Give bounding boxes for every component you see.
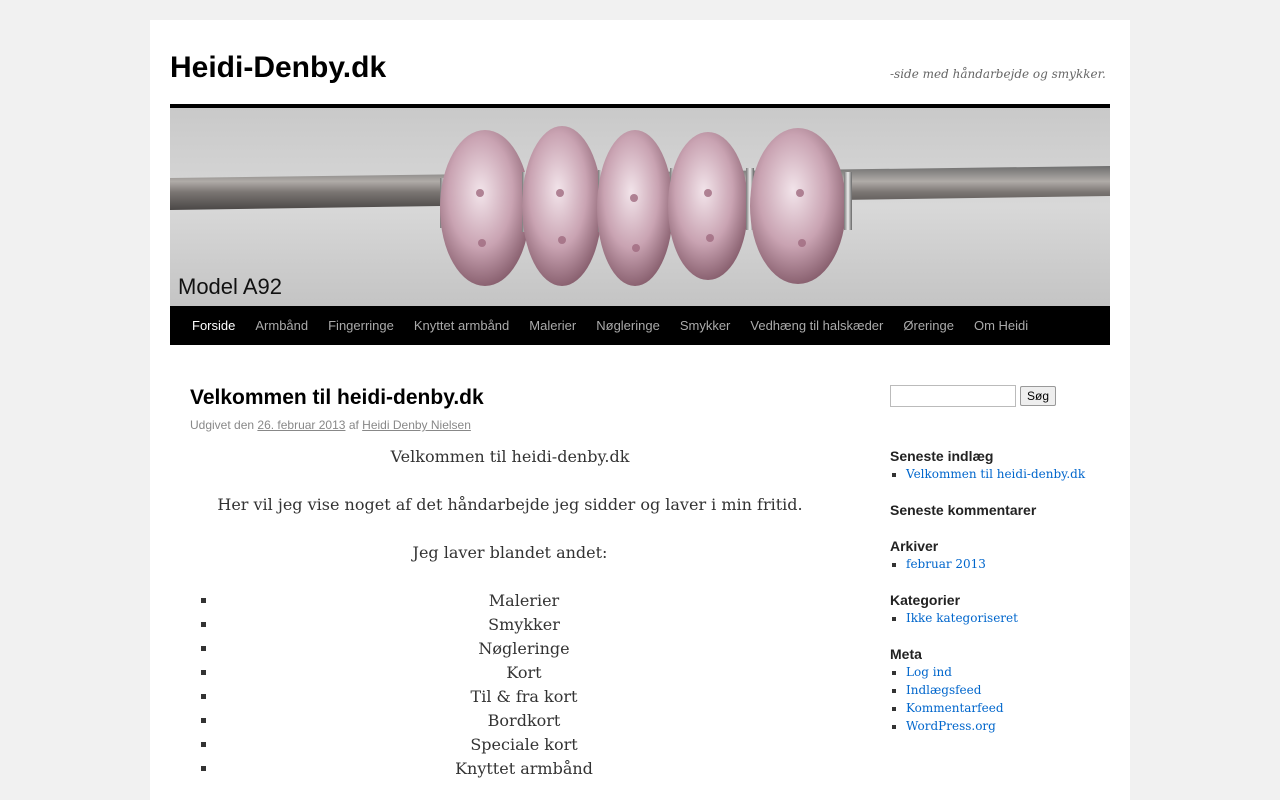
list-item: Malerier [218,589,830,613]
list-item: Bordkort [218,709,830,733]
nav-link-armbaand[interactable]: Armbånd [245,306,318,345]
widget-archives: Arkiver februar 2013 [890,537,986,573]
sidebar: Søg Seneste indlæg Velkommen til heidi-d… [890,385,1110,733]
list-item: Velkommen til heidi-denby.dk [906,465,1085,483]
list-item: Kort [218,661,830,685]
list-item: februar 2013 [906,555,986,573]
nav-item-forside: Forside [182,306,245,345]
post-content-area: Velkommen til heidi-denby.dk Udgivet den… [190,385,830,781]
nav-item-fingerringe: Fingerringe [318,306,404,345]
post-date-link[interactable]: 26. februar 2013 [257,418,345,432]
widget-title-categories: Kategorier [890,592,961,608]
widget-title-archives: Arkiver [890,538,939,554]
nav-link-oereringe[interactable]: Øreringe [893,306,964,345]
nav-link-malerier[interactable]: Malerier [519,306,586,345]
nav-link-om-heidi[interactable]: Om Heidi [964,306,1038,345]
search-button[interactable]: Søg [1020,386,1057,406]
list-item: Ikke kategoriseret [906,609,1018,627]
nav-item-armbaand: Armbånd [245,306,318,345]
widget-title-recent-comments: Seneste kommentarer [890,502,1037,518]
widget-title-recent-posts: Seneste indlæg [890,448,994,464]
category-link[interactable]: Ikke kategoriseret [906,611,1018,625]
list-item: Indlægsfeed [906,681,1004,699]
list-item: Nøgleringe [218,637,830,661]
meta-link-comments-feed[interactable]: Kommentarfeed [906,701,1004,715]
nav-link-fingerringe[interactable]: Fingerringe [318,306,404,345]
nav-link-noegleringe[interactable]: Nøgleringe [586,306,670,345]
nav-link-forside[interactable]: Forside [182,306,245,345]
list-item: Speciale kort [218,733,830,757]
main-navigation: Forside Armbånd Fingerringe Knyttet armb… [170,306,1110,345]
nav-item-vedhaeng: Vedhæng til halskæder [740,306,893,345]
widget-recent-posts: Seneste indlæg Velkommen til heidi-denby… [890,447,1085,483]
nav-link-smykker[interactable]: Smykker [670,306,741,345]
list-item: Knyttet armbånd [218,757,830,781]
search-input[interactable] [890,385,1016,407]
nav-item-smykker: Smykker [670,306,741,345]
list-item: Log ind [906,663,1004,681]
site-title-link[interactable]: Heidi-Denby.dk [170,50,386,86]
widget-meta: Meta Log ind Indlægsfeed Kommentarfeed W… [890,645,1004,735]
header-banner-image: Model A92 [170,108,1110,306]
site-description: -side med håndarbejde og smykker. [890,67,1106,81]
post-meta-by: af [348,418,359,432]
list-item: WordPress.org [906,717,1004,735]
post-list: Malerier Smykker Nøgleringe Kort Til & f… [190,589,830,781]
post-meta: Udgivet den 26. februar 2013 af Heidi De… [190,416,830,434]
widget-recent-comments: Seneste kommentarer [890,501,1036,519]
list-item: Smykker [218,613,830,637]
banner-caption: Model A92 [178,274,282,299]
beads-on-rod-image [170,108,1110,306]
search-form: Søg [890,385,1110,407]
post-paragraph: Velkommen til heidi-denby.dk [390,447,630,466]
meta-link-wordpress[interactable]: WordPress.org [906,719,996,733]
nav-item-om-heidi: Om Heidi [964,306,1038,345]
post-paragraph: Her vil jeg vise noget af det håndarbejd… [217,495,803,514]
widget-categories: Kategorier Ikke kategoriseret [890,591,1018,627]
post-meta-prefix: Udgivet den [190,418,255,432]
meta-link-entries-feed[interactable]: Indlægsfeed [906,683,981,697]
list-item: Kommentarfeed [906,699,1004,717]
list-item: Til & fra kort [218,685,830,709]
nav-item-knyttet-armbaand: Knyttet armbånd [404,306,519,345]
nav-link-knyttet-armbaand[interactable]: Knyttet armbånd [404,306,519,345]
post-author-link[interactable]: Heidi Denby Nielsen [362,418,471,432]
post-body: Velkommen til heidi-denby.dk Her vil jeg… [190,445,830,781]
nav-link-vedhaeng[interactable]: Vedhæng til halskæder [740,306,893,345]
nav-item-noegleringe: Nøgleringe [586,306,670,345]
page-wrapper: Heidi-Denby.dk -side med håndarbejde og … [150,20,1130,800]
nav-item-malerier: Malerier [519,306,586,345]
recent-post-link[interactable]: Velkommen til heidi-denby.dk [906,467,1085,481]
nav-item-oereringe: Øreringe [893,306,964,345]
post-title[interactable]: Velkommen til heidi-denby.dk [190,385,830,411]
archive-link[interactable]: februar 2013 [906,557,986,571]
meta-link-login[interactable]: Log ind [906,665,952,679]
post-paragraph: Jeg laver blandet andet: [412,543,608,562]
widget-title-meta: Meta [890,646,922,662]
